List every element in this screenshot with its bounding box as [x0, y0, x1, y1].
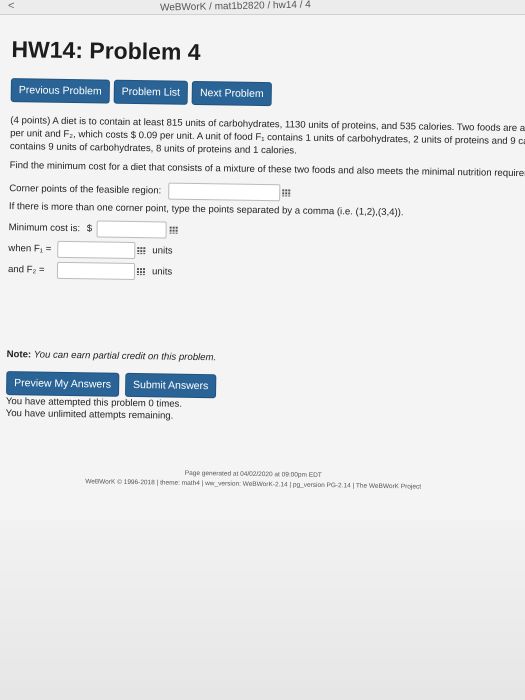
min-cost-input[interactable]	[96, 220, 167, 239]
f2-label: and F₂ =	[7, 264, 45, 276]
page-footer: Page generated at 04/02/2020 at 09:00pm …	[1, 466, 506, 494]
f2-units: units	[151, 266, 173, 278]
answer-actions: Preview My Answers Submit Answers	[6, 371, 217, 399]
equation-editor-icon[interactable]	[137, 268, 146, 276]
browser-top-bar: < WeBWorK / mat1b2820 / hw14 / 4	[0, 0, 525, 15]
problem-body: (4 points) A diet is to contain at least…	[9, 114, 525, 221]
f1-label: when F₁ =	[8, 243, 52, 255]
equation-editor-icon[interactable]	[169, 226, 178, 234]
submit-answers-button[interactable]: Submit Answers	[124, 372, 217, 399]
f1-input[interactable]	[56, 240, 136, 260]
f1-row: when F₁ = units	[8, 240, 173, 260]
problem-statement: (4 points) A diet is to contain at least…	[9, 114, 525, 161]
previous-problem-button[interactable]: Previous Problem	[10, 78, 110, 104]
breadcrumb: WeBWorK / mat1b2820 / hw14 / 4	[159, 0, 311, 14]
problem-nav: Previous Problem Problem List Next Probl…	[10, 78, 272, 107]
empty-page-area	[0, 520, 525, 700]
note-text: You can earn partial credit on this prob…	[33, 349, 217, 364]
page-title: HW14: Problem 4	[11, 36, 201, 66]
back-arrow-icon[interactable]: <	[8, 0, 14, 12]
equation-editor-icon[interactable]	[282, 189, 291, 197]
min-cost-row: Minimum cost is: $	[9, 219, 178, 239]
problem-list-button[interactable]: Problem List	[113, 79, 189, 105]
partial-credit-note: Note: You can earn partial credit on thi…	[7, 349, 217, 363]
corner-points-input[interactable]	[167, 182, 281, 202]
note-label: Note:	[6, 349, 32, 361]
problem-instruction: Find the minimum cost for a diet that co…	[9, 160, 525, 180]
min-cost-label: Minimum cost is:	[8, 222, 81, 235]
problem-line: contains 9 units of carbohydrates, 8 uni…	[9, 141, 297, 157]
main-content: HW14: Problem 4 Previous Problem Problem…	[0, 14, 525, 502]
attempts-info: You have attempted this problem 0 times.…	[6, 396, 183, 423]
f1-units: units	[152, 245, 173, 257]
next-problem-button[interactable]: Next Problem	[191, 80, 272, 107]
equation-editor-icon[interactable]	[137, 247, 146, 255]
dollar-sign: $	[86, 223, 93, 235]
attempts-remaining: You have unlimited attempts remaining.	[5, 408, 174, 422]
webwork-page: < WeBWorK / mat1b2820 / hw14 / 4 HW14: P…	[0, 0, 525, 700]
corner-points-label: Corner points of the feasible region:	[9, 183, 162, 197]
preview-answers-button[interactable]: Preview My Answers	[6, 371, 120, 397]
f2-row: and F₂ = units	[8, 261, 173, 281]
f2-input[interactable]	[56, 261, 135, 281]
